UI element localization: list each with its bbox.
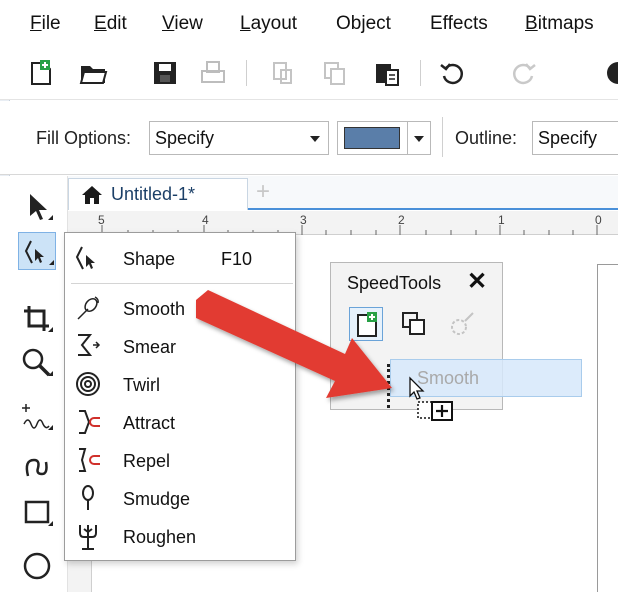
- menubar: File Edit View Layout Object Effects Bit…: [0, 0, 618, 48]
- new-document-icon[interactable]: [26, 58, 56, 88]
- flyout-separator: [71, 283, 293, 284]
- combine-icon[interactable]: [397, 307, 431, 341]
- property-separator: [442, 117, 443, 157]
- document-tab[interactable]: Untitled-1*: [68, 178, 248, 210]
- menu-effects[interactable]: Effects: [430, 13, 488, 35]
- home-icon[interactable]: [81, 184, 103, 206]
- rectangle-tool[interactable]: [18, 494, 56, 532]
- toolbar-separator: [246, 60, 247, 86]
- smooth-tool-icon: [77, 296, 99, 320]
- launcher-icon[interactable]: [604, 58, 618, 88]
- flyout-label: Attract: [123, 413, 176, 433]
- menu-view[interactable]: View: [162, 13, 203, 35]
- flyout-shortcut: F10: [221, 249, 253, 269]
- chevron-down-icon: [414, 136, 424, 142]
- menu-object[interactable]: Object: [336, 13, 391, 35]
- ghost-label: Smooth: [417, 368, 480, 388]
- new-tab-button[interactable]: +: [256, 178, 270, 206]
- document-title: Untitled-1*: [111, 184, 196, 204]
- flyout-label: Roughen: [123, 527, 197, 547]
- new-document-icon[interactable]: [349, 307, 383, 341]
- ellipse-tool[interactable]: [18, 544, 56, 582]
- flyout-item-smooth[interactable]: Smooth: [65, 289, 295, 327]
- freehand-tool[interactable]: [18, 398, 56, 436]
- shape-tool[interactable]: [18, 232, 56, 270]
- redo-icon[interactable]: [508, 58, 538, 88]
- flyout-item-twirl[interactable]: Twirl: [65, 365, 295, 403]
- outline-label: Outline:: [455, 128, 518, 148]
- flyout-item-smear[interactable]: Smear: [65, 327, 295, 365]
- fill-color-swatch: [344, 127, 400, 149]
- flyout-item-roughen[interactable]: Roughen: [65, 517, 295, 555]
- open-icon[interactable]: [78, 58, 108, 88]
- flyout-label: Smudge: [123, 489, 191, 509]
- copy-icon[interactable]: [320, 58, 350, 88]
- menu-layout[interactable]: Layout: [240, 13, 297, 35]
- dragged-tool-ghost: Smooth: [390, 359, 582, 397]
- flyout-label: Smear: [123, 337, 177, 357]
- artistic-media-tool[interactable]: [18, 446, 56, 484]
- menu-bitmaps[interactable]: Bitmaps: [525, 13, 594, 35]
- outline-dropdown[interactable]: Specify: [532, 121, 618, 155]
- zoom-tool[interactable]: [18, 344, 56, 382]
- close-icon[interactable]: ✕: [467, 267, 487, 296]
- fill-options-dropdown[interactable]: Specify: [149, 121, 329, 155]
- document-tab-bar: Untitled-1* +: [68, 176, 618, 210]
- speedtools-title: SpeedTools: [347, 273, 442, 293]
- chevron-down-icon: [310, 136, 320, 142]
- paste-icon[interactable]: [372, 58, 402, 88]
- outline-value: Specify: [538, 128, 598, 148]
- smudge-tool-icon: [82, 485, 94, 510]
- save-icon[interactable]: [150, 58, 180, 88]
- toolbox: [0, 176, 68, 592]
- standard-toolbar: [0, 48, 618, 126]
- flyout-label: Twirl: [123, 375, 160, 395]
- flyout-item-shape[interactable]: Shape F10: [65, 239, 295, 277]
- flyout-item-attract[interactable]: Attract: [65, 403, 295, 441]
- property-bar: Fill Options: Specify Outline: Specify: [0, 101, 618, 175]
- flyout-label: Smooth: [123, 299, 186, 319]
- smear-tool-icon: [78, 334, 101, 356]
- crop-tool[interactable]: [18, 300, 56, 338]
- page-border: [597, 264, 618, 592]
- cut-icon[interactable]: [268, 58, 298, 88]
- fill-options-label: Fill Options:: [36, 128, 132, 148]
- picker-divider: [407, 122, 408, 154]
- flyout-item-repel[interactable]: Repel: [65, 441, 295, 479]
- roughen-tool-icon: [79, 525, 97, 550]
- flyout-label: Repel: [123, 451, 171, 471]
- pick-tool[interactable]: [18, 188, 56, 226]
- print-icon[interactable]: [198, 58, 228, 88]
- toolbar-separator: [420, 60, 421, 86]
- shape-tool-icon: [75, 246, 95, 270]
- flyout-item-smudge[interactable]: Smudge: [65, 479, 295, 517]
- fill-color-picker[interactable]: [337, 121, 431, 155]
- fill-options-value: Specify: [155, 128, 215, 148]
- flyout-label: Shape: [123, 249, 176, 269]
- undo-icon[interactable]: [438, 58, 468, 88]
- repel-tool-icon: [79, 448, 100, 472]
- insertion-marker: [387, 364, 390, 408]
- menu-edit[interactable]: Edit: [94, 13, 127, 35]
- smart-fill-icon[interactable]: [445, 307, 479, 341]
- attract-tool-icon: [79, 410, 100, 434]
- shape-tools-flyout: Shape F10 Smooth Smear Twirl Attract Rep…: [64, 232, 296, 561]
- twirl-tool-icon: [76, 372, 100, 396]
- menu-file[interactable]: File: [30, 13, 61, 35]
